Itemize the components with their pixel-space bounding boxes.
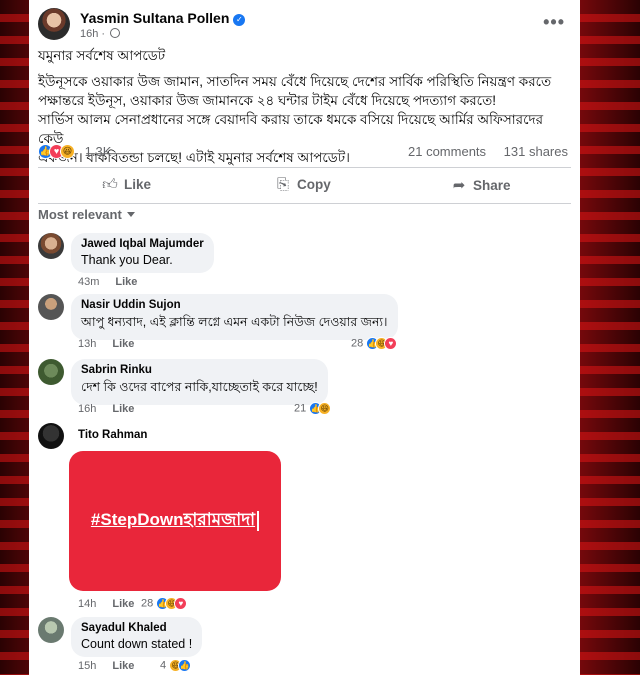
avatar[interactable] <box>38 233 64 259</box>
copy-link-icon: ⎘ <box>276 176 289 193</box>
like-button[interactable]: 👍︎ Like <box>102 176 151 194</box>
verified-badge-icon: ✓ <box>233 14 246 26</box>
comment-like-button[interactable]: Like <box>112 403 134 415</box>
comment-reactions[interactable]: 4 😆👍 <box>160 659 192 672</box>
chevron-down-icon <box>126 212 135 217</box>
shares-count[interactable]: 131 shares <box>504 144 568 159</box>
comment-like-button[interactable]: Like <box>112 598 134 610</box>
post-heading: যমুনার সর্বশেষ আপডেট <box>38 48 166 63</box>
sticker-text: #StepDownহারামজাদা <box>90 510 256 529</box>
post-actions: 👍︎ Like ⎘ Copy ➦ Share <box>38 172 571 200</box>
comment-bubble: Sabrin Rinku দেশ কি ওদের বাপের নাকি,যাচ্… <box>71 359 328 405</box>
commenter-name[interactable]: Tito Rahman <box>78 429 147 441</box>
comment-bubble: Jawed Iqbal Majumder Thank you Dear. <box>71 233 214 273</box>
globe-icon <box>110 28 121 38</box>
comment-text: Thank you Dear. <box>81 253 173 267</box>
comment-like-button[interactable]: Like <box>115 276 137 288</box>
comment-text: Count down stated ! <box>81 637 193 651</box>
comment-reactions[interactable]: 21 👍😆 <box>294 402 332 415</box>
like-reaction-icon: 👍 <box>178 659 192 672</box>
comment-meta: 16h Like <box>78 403 134 415</box>
divider <box>38 203 571 204</box>
avatar[interactable] <box>38 359 64 385</box>
comment-sort-dropdown[interactable]: Most relevant <box>38 207 135 222</box>
avatar[interactable] <box>38 423 64 449</box>
comment-meta: 13h Like <box>78 338 134 350</box>
author-name[interactable]: Yasmin Sultana Pollen <box>80 10 229 26</box>
comment-like-button[interactable]: Like <box>112 338 134 350</box>
comment-time[interactable]: 13h <box>78 338 96 350</box>
comment-time[interactable]: 43m <box>78 276 99 288</box>
hashtag-sticker-image[interactable]: #StepDownহারামজাদা <box>69 451 281 591</box>
comment-text: দেশ কি ওদের বাপের নাকি,যাচ্ছেতাই করে যাচ… <box>81 380 318 394</box>
thumbs-up-icon: 👍︎ <box>102 176 118 193</box>
author-avatar[interactable] <box>38 8 70 40</box>
divider <box>38 167 571 168</box>
comment-meta: 14h Like <box>78 598 134 610</box>
love-reaction-icon: ♥ <box>384 337 398 350</box>
haha-reaction-icon: 😆 <box>60 144 75 160</box>
haha-reaction-icon: 😆 <box>318 402 332 415</box>
post-meta: 16h · <box>80 28 121 40</box>
share-button[interactable]: ➦ Share <box>451 176 511 194</box>
post-body-line: পক্ষান্তরে ইউনূস, ওয়াকার উজ জামানকে ২৪ … <box>38 93 496 108</box>
meta-separator: · <box>101 28 106 40</box>
post-stats: 👍 ♥ 😆 1.3K 21 comments 131 shares <box>38 143 568 161</box>
comment-bubble: Nasir Uddin Sujon আপু ধন্যবাদ, এই ক্লান্… <box>71 294 398 340</box>
comment-text: আপু ধন্যবাদ, এই ক্লান্তি লগ্নে এমন একটা … <box>81 315 388 329</box>
comment-time[interactable]: 15h <box>78 660 96 672</box>
comment-reactions[interactable]: 28 👍😆 ♥ <box>351 337 398 350</box>
avatar[interactable] <box>38 294 64 320</box>
commenter-name[interactable]: Sayadul Khaled <box>81 622 192 634</box>
comment-meta: 43m Like <box>78 276 137 288</box>
commenter-name[interactable]: Jawed Iqbal Majumder <box>81 238 204 250</box>
avatar[interactable] <box>38 617 64 643</box>
post-body-line: ইউনূসকে ওয়াকার উজ জামান, সাতদিন সময় বে… <box>38 74 552 89</box>
reaction-count: 1.3K <box>84 144 112 160</box>
comment-bubble: Sayadul Khaled Count down stated ! <box>71 617 203 657</box>
facebook-post-card: Yasmin Sultana Pollen ✓ 16h · ••• যমুনার … <box>29 0 580 675</box>
commenter-name[interactable]: Nasir Uddin Sujon <box>81 299 388 311</box>
post-time[interactable]: 16h <box>80 28 98 40</box>
comment-reactions[interactable]: 28 👍😆 ♥ <box>141 597 188 610</box>
comments-count[interactable]: 21 comments <box>408 144 486 159</box>
comment-time[interactable]: 14h <box>78 598 96 610</box>
reaction-summary[interactable]: 👍 ♥ 😆 1.3K <box>38 143 112 160</box>
comment-like-button[interactable]: Like <box>112 660 134 672</box>
share-arrow-icon: ➦ <box>452 177 466 194</box>
more-options-icon[interactable]: ••• <box>543 12 565 33</box>
commenter-name[interactable]: Sabrin Rinku <box>81 364 318 376</box>
copy-button[interactable]: ⎘ Copy <box>275 176 331 193</box>
comment-meta: 15h Like <box>78 660 134 672</box>
comment-time[interactable]: 16h <box>78 403 96 415</box>
post-header: Yasmin Sultana Pollen ✓ 16h · ••• <box>38 8 571 42</box>
